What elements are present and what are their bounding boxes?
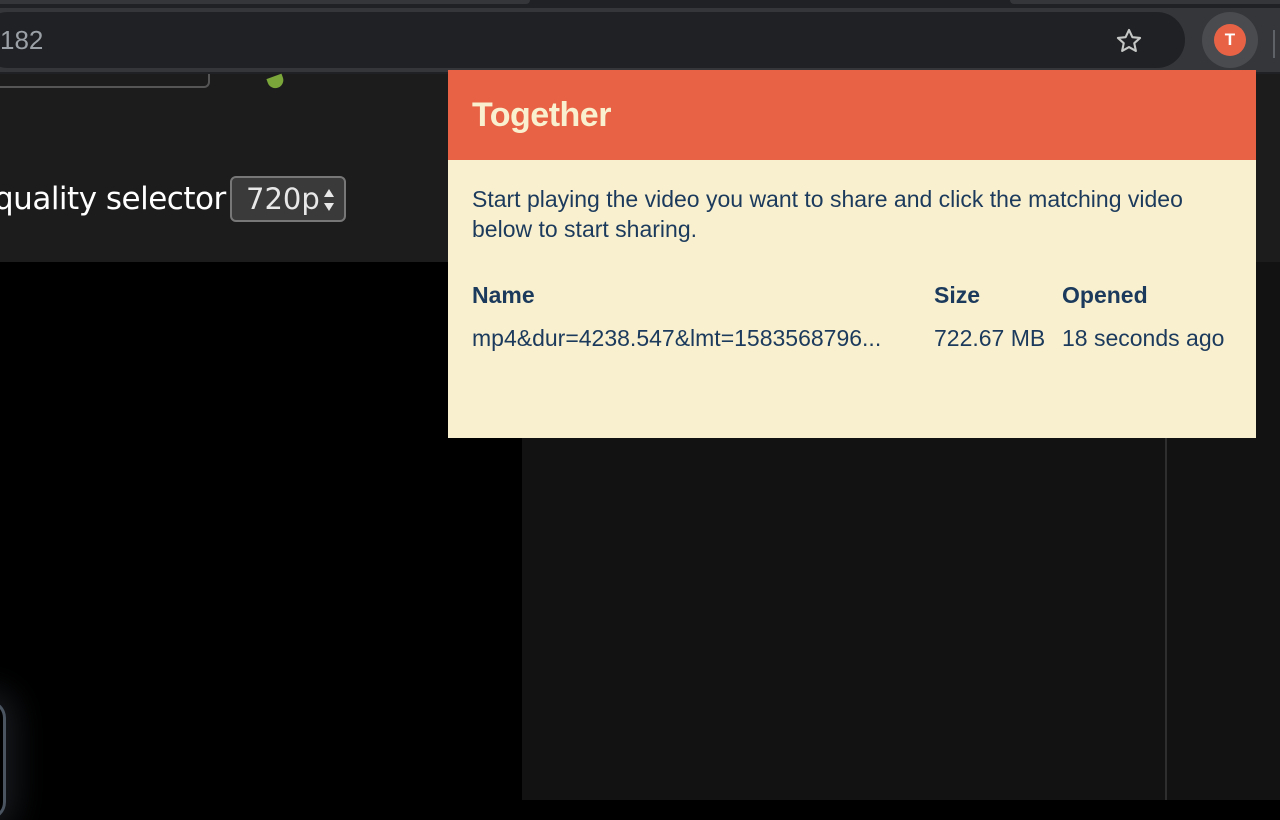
column-header-size: Size bbox=[934, 282, 981, 308]
player-control[interactable] bbox=[0, 700, 6, 820]
extension-avatar-icon: T bbox=[1214, 24, 1246, 56]
toolbar-divider bbox=[1273, 30, 1275, 58]
video-name[interactable]: mp4&dur=4238.547&lmt=1583568796... bbox=[472, 320, 918, 356]
quality-select[interactable]: 720p bbox=[230, 176, 346, 222]
together-popup: Together Start playing the video you wan… bbox=[448, 70, 1256, 438]
bookmark-star-icon[interactable] bbox=[1113, 25, 1145, 57]
quality-select-value: 720p bbox=[246, 182, 320, 216]
address-text[interactable]: 182 bbox=[0, 12, 43, 68]
video-opened: 18 seconds ago bbox=[1062, 325, 1225, 351]
tab[interactable] bbox=[0, 0, 530, 4]
select-arrows-icon bbox=[324, 189, 334, 211]
video-player[interactable] bbox=[0, 262, 522, 800]
popup-description: Start playing the video you want to shar… bbox=[472, 186, 1183, 242]
panel-divider bbox=[1165, 438, 1167, 800]
browser-toolbar: 182 T bbox=[0, 8, 1280, 72]
popup-header: Together bbox=[448, 70, 1256, 160]
together-extension-button[interactable]: T bbox=[1202, 12, 1258, 68]
tab[interactable] bbox=[1010, 0, 1280, 4]
video-row[interactable]: mp4&dur=4238.547&lmt=1583568796... 722.6… bbox=[448, 320, 1256, 356]
text-input[interactable] bbox=[0, 74, 210, 88]
column-header-name: Name bbox=[472, 282, 535, 308]
address-bar[interactable]: 182 bbox=[0, 12, 1185, 68]
popup-title: Together bbox=[472, 96, 611, 134]
column-header-opened: Opened bbox=[1062, 282, 1148, 308]
quality-selector-label: quality selector bbox=[0, 181, 226, 217]
tab-strip bbox=[0, 0, 1280, 8]
video-size: 722.67 MB bbox=[934, 325, 1046, 351]
